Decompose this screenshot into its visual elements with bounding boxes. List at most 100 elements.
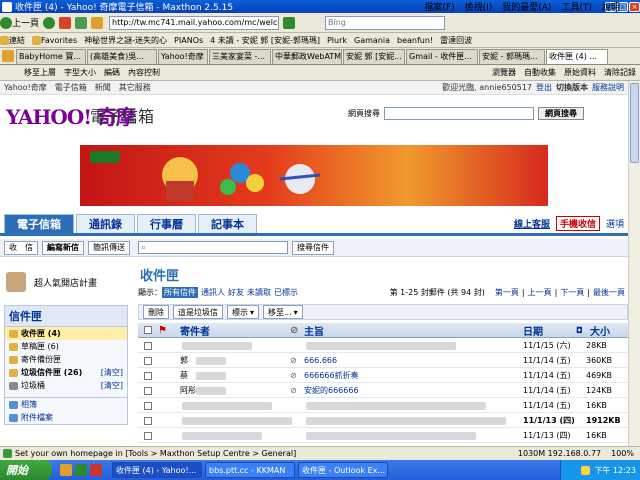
browser-tab[interactable]: 安妮 - 郭瑪瑪... [479,48,545,64]
table-row[interactable]: 11/1/13 (四) 16KB [138,429,628,443]
move-button[interactable]: 移至... ▾ [263,305,303,319]
flag-column-icon[interactable]: ⚑ [158,325,167,336]
nav-link[interactable]: 新聞 [95,82,111,93]
filter-flagged[interactable]: 已標示 [274,287,298,298]
col-date[interactable]: 日期 [523,323,543,338]
next-page-link[interactable]: 下一頁 [560,287,584,298]
clear-history-button[interactable]: 清除記錄 [604,67,636,78]
zoom-level[interactable]: 100% [611,449,634,458]
folder-drafts[interactable]: 草稿匣 (6) [5,340,127,353]
col-from[interactable]: 寄件者 [180,323,210,338]
menu-view[interactable]: 檢視(I) [465,0,493,13]
filter-unread[interactable]: 未讀取 [247,287,271,298]
mail-search-input[interactable]: ⌕ [138,241,288,254]
table-row[interactable]: 阿彤 ⊘ 安妮的666666 11/1/14 (五) 124KB [138,384,628,398]
tab-mail[interactable]: 電子信箱 [4,214,74,233]
delete-button[interactable]: 刪除 [143,305,169,319]
fav-item[interactable]: 4 未讀 - 安妮 郭 [安妮-郭瑪瑪] [210,35,320,46]
filter-contacts[interactable]: 通訊人 [201,287,225,298]
start-button[interactable]: 開始 [0,460,52,480]
row-checkbox[interactable] [144,341,152,350]
menu-tools[interactable]: 工具(T) [561,0,592,13]
empty-spam-link[interactable]: [清空] [101,367,123,378]
online-support-link[interactable]: 線上客服 [514,217,550,230]
compose-button[interactable]: 編寫新信 [42,240,84,255]
stop-icon[interactable] [59,16,72,29]
fav-favorites[interactable]: Favorites [32,35,77,45]
tab-menu-icon[interactable] [2,50,14,62]
row-subject[interactable]: 666.666 [304,356,514,365]
task-kkman[interactable]: bbs.ptt.cc - KKMAN [205,462,295,478]
row-checkbox[interactable] [144,356,152,365]
attachments-link[interactable]: 附件檔案 [5,411,127,424]
promo-label[interactable]: 超人氣開店計畫 [34,276,97,289]
forward-arrow-icon[interactable] [43,16,56,29]
search-mail-button[interactable]: 搜尋信件 [292,240,334,255]
browser-tab[interactable]: (高雄美食)吳... [87,48,157,64]
browser-button[interactable]: 瀏覽器 [492,67,516,78]
row-checkbox[interactable] [144,431,152,440]
browser-tab[interactable]: 三美家宴菜 -... [209,48,271,64]
folder-trash[interactable]: 垃圾桶 [清空] [5,379,127,392]
address-bar[interactable]: http://tw.mc741.mail.yahoo.com/mc/welcom… [109,15,280,30]
row-checkbox[interactable] [144,401,152,410]
task-outlook[interactable]: 收件匣 - Outlook Ex... [298,462,388,478]
fav-item[interactable]: 雷達回波 [440,35,472,46]
folder-spam[interactable]: 垃圾信件匣 (26) [清空] [5,366,127,379]
folder-inbox[interactable]: 收件匣 (4) [5,327,127,340]
websearch-button[interactable]: 網頁搜尋 [538,107,584,120]
select-all-checkbox[interactable] [144,326,152,334]
browser-tab[interactable]: 安妮 郭 [安妮... [343,48,405,64]
prev-page-link[interactable]: 上一頁 [528,287,552,298]
home-icon[interactable] [91,16,104,29]
fav-item[interactable]: Gamania [354,36,390,45]
nav-link[interactable]: 電子信箱 [55,82,87,93]
search-input[interactable]: Bing [325,15,446,30]
spam-button[interactable]: 這是垃圾信 [173,305,223,319]
last-page-link[interactable]: 最後一頁 [593,287,625,298]
browser-tab[interactable]: Gmail - 收件匣... [406,48,478,64]
tab-calendar[interactable]: 行事曆 [137,214,196,233]
filter-friends[interactable]: 好友 [228,287,244,298]
mark-button[interactable]: 標示 ▾ [227,305,260,319]
first-page-link[interactable]: 第一頁 [495,287,519,298]
sms-button[interactable]: 簡訊傳送 [88,240,130,255]
viewsource-button[interactable]: 原始資料 [564,67,596,78]
encoding-button[interactable]: 編碼 [104,67,120,78]
fav-item[interactable]: PIANOs [174,36,203,45]
autocollect-button[interactable]: 自動收集 [524,67,556,78]
options-link[interactable]: 選項 [606,217,624,230]
close-button[interactable]: × [629,1,640,12]
browser-tab-active[interactable]: 收件匣 (4) ... [546,48,608,64]
table-row[interactable]: 郭 ⊘ 666.666 11/1/14 (五) 360KB [138,354,628,368]
menu-favorites[interactable]: 我的最愛(A) [502,0,551,13]
logout-link[interactable]: 登出 [536,82,552,93]
scroll-thumb[interactable] [630,83,639,163]
filter-all[interactable]: 所有信件 [162,286,198,298]
browser-tab[interactable]: Yahoo!奇摩 [158,48,208,64]
row-checkbox[interactable] [144,386,152,395]
help-link[interactable]: 服務說明 [592,82,624,93]
tray-icon[interactable] [581,465,591,475]
sort-icon[interactable]: ◘ [576,326,583,335]
task-yahoo[interactable]: 收件匣 (4) - Yahoo!... [112,462,202,478]
row-checkbox[interactable] [144,371,152,380]
photos-link[interactable]: 相簿 [5,398,127,411]
table-row[interactable]: 11/1/14 (五) 16KB [138,399,628,413]
fav-item[interactable]: 神秘世界之謎-迷失的心 [84,35,167,46]
quicklaunch-icon[interactable] [75,464,87,476]
ad-banner[interactable] [80,145,548,206]
table-row[interactable]: 蔡 ⊘ 666666抓折奏 11/1/14 (五) 469KB [138,369,628,383]
go-icon[interactable] [283,16,296,29]
row-subject[interactable]: 安妮的666666 [304,385,514,396]
websearch-input[interactable] [384,107,534,120]
browser-tab[interactable]: BabyHome 寶... [16,48,86,64]
table-row[interactable]: 11/1/15 (六) 28KB [138,339,628,353]
table-row[interactable]: 11/1/13 (四) 1912KB [138,414,628,428]
tab-notepad[interactable]: 記事本 [198,214,257,233]
col-size[interactable]: 大小 [590,323,610,338]
font-size-button[interactable]: 字型大小 [64,67,96,78]
col-subject[interactable]: 主旨 [304,323,324,338]
empty-trash-link[interactable]: [清空] [101,380,123,391]
refresh-icon[interactable] [75,16,88,29]
